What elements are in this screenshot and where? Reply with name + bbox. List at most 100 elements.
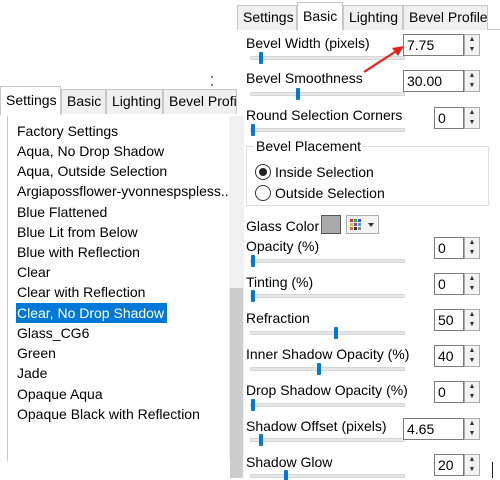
left-tab-settings[interactable]: Settings bbox=[0, 86, 61, 115]
drop-shadow-input[interactable]: 0 bbox=[434, 381, 464, 403]
inner-shadow-input[interactable]: 40 bbox=[434, 345, 464, 367]
spin-down-icon[interactable]: ▼ bbox=[465, 118, 479, 128]
slider-thumb[interactable] bbox=[333, 327, 338, 339]
shadow-glow-spinner[interactable]: ▲ ▼ bbox=[464, 454, 480, 476]
spin-up-icon[interactable]: ▲ bbox=[465, 346, 479, 356]
tinting-spinner[interactable]: ▲ ▼ bbox=[464, 273, 480, 295]
bevel-width-label: Bevel Width (pixels) bbox=[246, 35, 370, 51]
preset-item[interactable]: Clear with Reflection bbox=[16, 282, 148, 302]
spin-down-icon[interactable]: ▼ bbox=[465, 392, 479, 402]
spin-down-icon[interactable]: ▼ bbox=[465, 248, 479, 258]
tab-settings[interactable]: Settings bbox=[237, 5, 297, 30]
round-corners-input[interactable]: 0 bbox=[434, 107, 464, 129]
tinting-slider[interactable] bbox=[250, 290, 405, 302]
round-corners-slider[interactable] bbox=[250, 124, 405, 136]
spin-up-icon[interactable]: ▲ bbox=[465, 238, 479, 248]
glass-color-label: Glass Color bbox=[246, 218, 320, 234]
outside-selection-label[interactable]: Outside Selection bbox=[275, 185, 385, 201]
slider-thumb[interactable] bbox=[258, 52, 263, 64]
slider-thumb[interactable] bbox=[296, 88, 300, 100]
slider-thumb[interactable] bbox=[251, 290, 255, 302]
drop-shadow-slider[interactable] bbox=[250, 399, 405, 411]
preset-item[interactable]: Opaque Black with Reflection bbox=[16, 404, 203, 424]
inner-shadow-spinner[interactable]: ▲ ▼ bbox=[464, 345, 480, 367]
slider-thumb[interactable] bbox=[251, 124, 255, 136]
opacity-slider[interactable] bbox=[250, 255, 405, 267]
radio-dot-icon bbox=[259, 168, 267, 176]
refraction-spinner[interactable]: ▲ ▼ bbox=[464, 309, 480, 331]
spin-down-icon[interactable]: ▼ bbox=[465, 465, 479, 475]
bevel-placement-title: Bevel Placement bbox=[254, 138, 364, 154]
preset-item[interactable]: Factory Settings bbox=[16, 121, 121, 141]
spin-down-icon[interactable]: ▼ bbox=[465, 356, 479, 366]
spin-down-icon[interactable]: ▼ bbox=[465, 320, 479, 330]
spin-up-icon[interactable]: ▲ bbox=[465, 455, 479, 465]
preset-item[interactable]: Argiapossflower-yvonnespspless... bbox=[16, 181, 236, 201]
slider-thumb[interactable] bbox=[251, 255, 255, 267]
refraction-input[interactable]: 50 bbox=[434, 309, 464, 331]
preset-item[interactable]: Jade bbox=[16, 363, 50, 383]
bevel-width-input[interactable]: 7.75 bbox=[403, 34, 464, 56]
preset-item[interactable]: Blue with Reflection bbox=[16, 242, 143, 262]
shadow-glow-input[interactable]: 20 bbox=[434, 454, 464, 476]
preset-item[interactable]: Opaque Aqua bbox=[16, 384, 106, 404]
spin-up-icon[interactable]: ▲ bbox=[465, 310, 479, 320]
preset-item[interactable]: Glass_CG6 bbox=[16, 323, 92, 343]
tab-basic[interactable]: Basic bbox=[297, 2, 343, 31]
opacity-spinner[interactable]: ▲ ▼ bbox=[464, 237, 480, 259]
text-cursor-icon bbox=[492, 462, 493, 478]
spin-up-icon[interactable]: ▲ bbox=[465, 71, 479, 81]
outside-selection-radio[interactable] bbox=[255, 185, 271, 201]
inside-selection-radio[interactable] bbox=[255, 164, 271, 180]
preset-item[interactable]: Aqua, No Drop Shadow bbox=[16, 141, 167, 161]
tinting-input[interactable]: 0 bbox=[434, 273, 464, 295]
preset-item[interactable]: Blue Lit from Below bbox=[16, 222, 141, 242]
shadow-offset-label: Shadow Offset (pixels) bbox=[246, 418, 387, 434]
round-corners-spinner[interactable]: ▲ ▼ bbox=[464, 107, 480, 129]
bevel-smoothness-spinner[interactable]: ▲ ▼ bbox=[464, 70, 480, 92]
slider-thumb[interactable] bbox=[251, 399, 255, 411]
inner-shadow-label: Inner Shadow Opacity (%) bbox=[246, 346, 410, 362]
spin-up-icon[interactable]: ▲ bbox=[465, 419, 479, 429]
spin-up-icon[interactable]: ▲ bbox=[465, 108, 479, 118]
left-tab-bar: Settings Basic Lighting Bevel Profil bbox=[0, 86, 237, 115]
spin-up-icon[interactable]: ▲ bbox=[465, 382, 479, 392]
opacity-label: Opacity (%) bbox=[246, 238, 320, 254]
left-tab-basic[interactable]: Basic bbox=[61, 89, 106, 114]
spin-down-icon[interactable]: ▼ bbox=[465, 81, 479, 91]
bevel-smoothness-slider[interactable] bbox=[250, 88, 405, 100]
bevel-smoothness-label: Bevel Smoothness bbox=[246, 70, 363, 86]
preset-item[interactable]: Blue Flattened bbox=[16, 202, 110, 222]
shadow-offset-spinner[interactable]: ▲ ▼ bbox=[464, 418, 480, 440]
spin-down-icon[interactable]: ▼ bbox=[465, 429, 479, 439]
left-tab-bevel-profile[interactable]: Bevel Profil bbox=[163, 89, 237, 114]
shadow-offset-input[interactable]: 4.65 bbox=[403, 418, 464, 440]
shadow-glow-slider[interactable] bbox=[250, 470, 405, 480]
inner-shadow-slider[interactable] bbox=[250, 363, 405, 375]
drop-shadow-label: Drop Shadow Opacity (%) bbox=[246, 382, 408, 398]
glass-color-swatch[interactable] bbox=[321, 215, 341, 234]
tab-lighting[interactable]: Lighting bbox=[343, 5, 403, 30]
opacity-input[interactable]: 0 bbox=[434, 237, 464, 259]
color-picker-button[interactable] bbox=[346, 215, 379, 234]
spin-down-icon[interactable]: ▼ bbox=[465, 45, 479, 55]
refraction-slider[interactable] bbox=[250, 327, 405, 339]
tab-bevel-profile[interactable]: Bevel Profile bbox=[403, 5, 488, 30]
left-tab-lighting[interactable]: Lighting bbox=[106, 89, 163, 114]
drop-shadow-spinner[interactable]: ▲ ▼ bbox=[464, 381, 480, 403]
slider-thumb[interactable] bbox=[317, 363, 321, 375]
preset-item[interactable]: Aqua, Outside Selection bbox=[16, 161, 170, 181]
bevel-width-spinner[interactable]: ▲ ▼ bbox=[464, 34, 480, 56]
preset-list[interactable]: Factory Settings Aqua, No Drop Shadow Aq… bbox=[7, 116, 244, 478]
preset-item[interactable]: Clear bbox=[16, 262, 53, 282]
slider-thumb[interactable] bbox=[258, 434, 263, 446]
preset-item-selected[interactable]: Clear, No Drop Shadow bbox=[16, 303, 168, 323]
preset-item[interactable]: Green bbox=[16, 343, 59, 363]
slider-thumb[interactable] bbox=[284, 470, 288, 480]
bevel-smoothness-input[interactable]: 30.00 bbox=[403, 70, 464, 92]
spin-up-icon[interactable]: ▲ bbox=[465, 35, 479, 45]
spin-up-icon[interactable]: ▲ bbox=[465, 274, 479, 284]
spin-down-icon[interactable]: ▼ bbox=[465, 284, 479, 294]
inside-selection-label[interactable]: Inside Selection bbox=[275, 164, 374, 180]
shadow-offset-slider[interactable] bbox=[250, 434, 405, 446]
